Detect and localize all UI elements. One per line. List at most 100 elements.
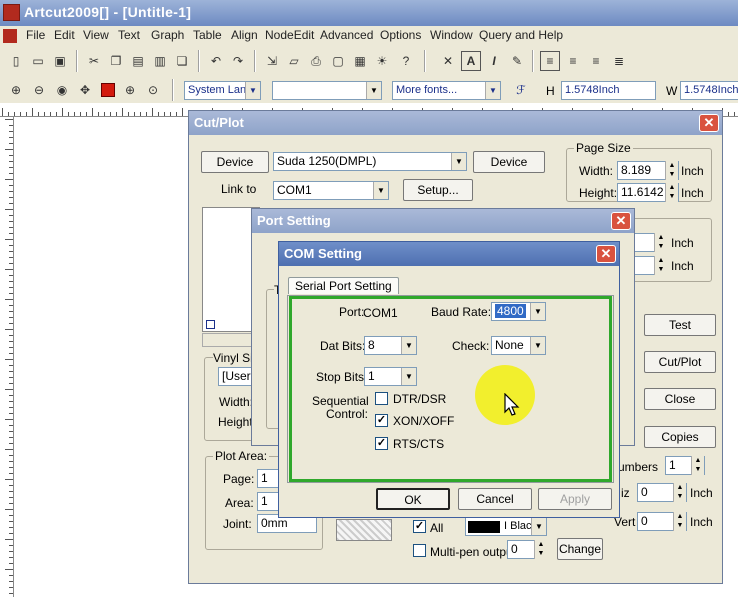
align-center-icon[interactable]: ≡: [563, 51, 583, 71]
close-button[interactable]: Close: [644, 388, 716, 410]
apply-button[interactable]: Apply: [538, 488, 612, 510]
font-language-select[interactable]: System Lan ▼: [184, 81, 261, 100]
ruler-tick: [9, 185, 13, 186]
stop-bits-select[interactable]: 1 ▼: [364, 367, 417, 386]
menu-window[interactable]: Window: [430, 28, 473, 42]
change-button[interactable]: Change: [557, 538, 603, 560]
baud-rate-select[interactable]: 4800 ▼: [491, 302, 546, 321]
zoom-fit-icon[interactable]: ◉: [52, 80, 72, 100]
italic-icon[interactable]: I: [484, 51, 504, 71]
menu-table[interactable]: Table: [193, 28, 222, 42]
menu-query-help[interactable]: Query and Help: [479, 28, 563, 42]
zoom-in-icon[interactable]: ⊕: [120, 80, 140, 100]
spin-icon[interactable]: ▲ ▼: [654, 256, 667, 275]
ok-button[interactable]: OK: [376, 488, 450, 510]
import-icon[interactable]: ⇲: [262, 51, 282, 71]
chevron-down-icon: ▼: [401, 368, 416, 385]
menu-graph[interactable]: Graph: [151, 28, 184, 42]
data-bits-select[interactable]: 8 ▼: [364, 336, 417, 355]
device-button-2[interactable]: Device: [473, 151, 545, 173]
menu-nodeedit[interactable]: NodeEdit: [265, 28, 314, 42]
ruler-tick: [9, 413, 13, 414]
spin-icon[interactable]: ▲ ▼: [673, 483, 686, 502]
help-icon[interactable]: ?: [396, 51, 416, 71]
zoom-out-icon[interactable]: ⊖: [29, 80, 49, 100]
preview-icon[interactable]: ▢: [328, 51, 348, 71]
print-icon[interactable]: ⎙: [306, 51, 326, 71]
cut-icon[interactable]: ✂: [84, 51, 104, 71]
rts-cts-label: RTS/CTS: [393, 437, 445, 451]
canvas[interactable]: [18, 120, 198, 597]
zoom-icon[interactable]: ⊕: [6, 80, 26, 100]
spin-icon[interactable]: ▲ ▼: [665, 161, 678, 180]
cutplot-button[interactable]: Cut/Plot: [644, 351, 716, 373]
ruler-tick: [9, 461, 13, 462]
font-style-icon[interactable]: ℱ: [511, 80, 531, 100]
plot-joint-label: Joint:: [223, 517, 252, 531]
check-select[interactable]: None ▼: [491, 336, 546, 355]
paste-icon[interactable]: ▤: [128, 51, 148, 71]
test-button[interactable]: Test: [644, 314, 716, 336]
menu-edit[interactable]: Edit: [54, 28, 75, 42]
pan-icon[interactable]: ✥: [75, 80, 95, 100]
menu-view[interactable]: View: [83, 28, 109, 42]
edit-text-icon[interactable]: ✎: [507, 51, 527, 71]
export-icon[interactable]: ▱: [284, 51, 304, 71]
menu-options[interactable]: Options: [380, 28, 421, 42]
rts-cts-checkbox[interactable]: ✓: [375, 437, 388, 450]
setup-button[interactable]: Setup...: [403, 179, 473, 201]
bulb-icon[interactable]: ☀: [372, 51, 392, 71]
spin-icon[interactable]: ▲ ▼: [534, 540, 547, 559]
open-icon[interactable]: ▭: [28, 51, 48, 71]
redo-icon[interactable]: ↷: [228, 51, 248, 71]
multipen-checkbox[interactable]: [413, 544, 426, 557]
ruler-tick: [80, 112, 81, 116]
zoom-page-icon[interactable]: ⊙: [143, 80, 163, 100]
undo-icon[interactable]: ↶: [206, 51, 226, 71]
more-fonts-select[interactable]: More fonts... ▼: [392, 81, 501, 100]
spin-icon[interactable]: ▲ ▼: [673, 512, 686, 531]
copy2-icon[interactable]: ❏: [172, 51, 192, 71]
menu-text[interactable]: Text: [118, 28, 140, 42]
new-icon[interactable]: ▯: [6, 51, 26, 71]
all-checkbox[interactable]: ✓: [413, 520, 426, 533]
close-icon[interactable]: ✕: [611, 212, 631, 230]
text-tool-icon[interactable]: A: [461, 51, 481, 71]
pattern-swatch[interactable]: [336, 519, 392, 541]
justify-icon[interactable]: ≣: [609, 51, 629, 71]
spin-icon[interactable]: ▲ ▼: [665, 183, 678, 202]
dtr-dsr-checkbox[interactable]: [375, 392, 388, 405]
color-swatch-icon[interactable]: [101, 83, 115, 97]
xon-xoff-checkbox[interactable]: ✓: [375, 414, 388, 427]
height-input[interactable]: 1.5748Inch: [561, 81, 656, 100]
check-value: None: [495, 338, 524, 352]
align-left-icon[interactable]: ≡: [540, 51, 560, 71]
vinyl-width-label: Width:: [219, 395, 254, 409]
close-icon[interactable]: ✕: [699, 114, 719, 132]
ruler-tick: [5, 299, 13, 300]
clipboard-icon[interactable]: ▥: [150, 51, 170, 71]
menu-align[interactable]: Align: [231, 28, 258, 42]
com-setting-dialog: COM Setting ✕ Serial Port Setting Port: …: [278, 241, 620, 518]
save-icon[interactable]: ▣: [50, 51, 70, 71]
color-select[interactable]: I Blac ▼: [465, 517, 547, 536]
node-icon[interactable]: ✕: [438, 51, 458, 71]
spin-icon[interactable]: ▲ ▼: [654, 233, 667, 252]
width-input[interactable]: 1.5748Inch: [680, 81, 738, 100]
menu-advanced[interactable]: Advanced: [320, 28, 373, 42]
plot-icon[interactable]: ▦: [350, 51, 370, 71]
device-select[interactable]: Suda 1250(DMPL) ▼: [273, 152, 467, 171]
copy-icon[interactable]: ❐: [106, 51, 126, 71]
font-name-select[interactable]: ▼: [272, 81, 382, 100]
cancel-button[interactable]: Cancel: [458, 488, 532, 510]
close-icon[interactable]: ✕: [596, 245, 616, 263]
copies-button[interactable]: Copies: [644, 426, 716, 448]
ruler-tick: [9, 221, 13, 222]
menu-file[interactable]: File: [26, 28, 45, 42]
spin-icon[interactable]: ▲ ▼: [691, 456, 704, 475]
align-right-icon[interactable]: ≡: [586, 51, 606, 71]
tab-serial-port-setting[interactable]: Serial Port Setting: [288, 277, 399, 294]
device-button-1[interactable]: Device: [201, 151, 269, 173]
link-to-select[interactable]: COM1 ▼: [273, 181, 389, 200]
ruler-tick: [9, 503, 13, 504]
